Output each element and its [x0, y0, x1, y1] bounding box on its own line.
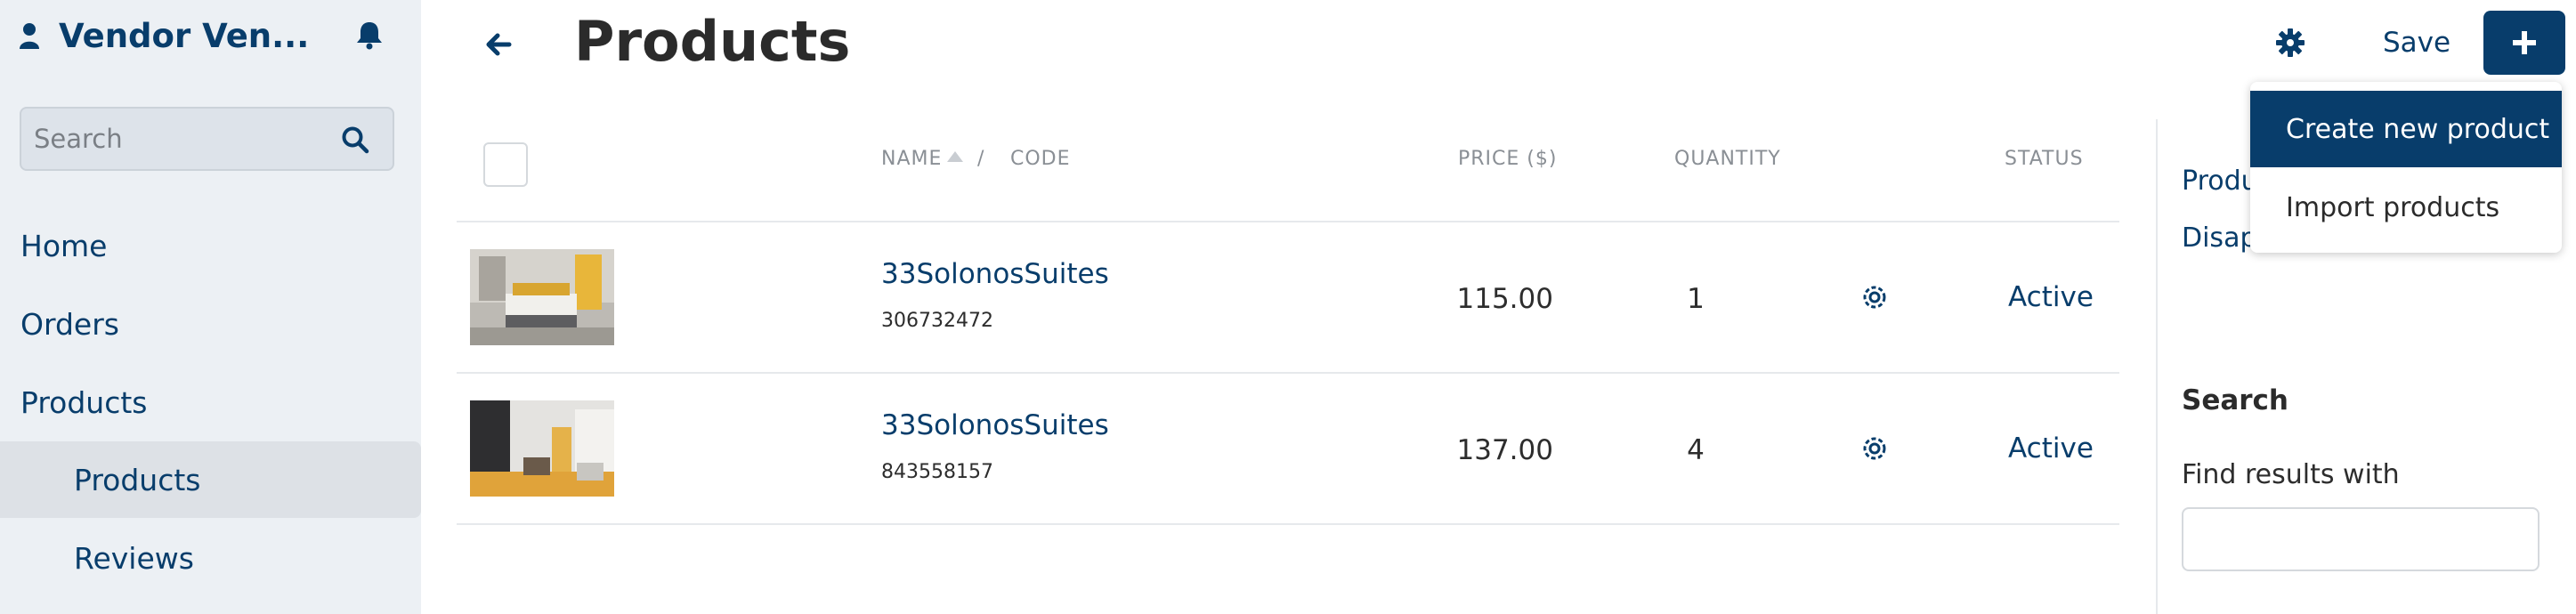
sidebar-item-label: Orders: [20, 306, 119, 342]
find-results-label: Find results with: [2182, 459, 2400, 490]
column-header-status[interactable]: STATUS: [2005, 148, 2084, 170]
product-price: 115.00: [1456, 283, 1553, 315]
filter-link-disapproved[interactable]: Disap: [2182, 222, 2257, 254]
sidebar-item-products[interactable]: Products: [0, 364, 421, 440]
sidebar: Vendor Ven... Home Orders Products Produ…: [0, 0, 421, 614]
column-header-separator: /: [977, 148, 985, 170]
page-title: Products: [574, 9, 851, 74]
sidebar-search: [20, 107, 394, 171]
product-thumbnail[interactable]: [470, 400, 614, 497]
app-root: Vendor Ven... Home Orders Products Produ…: [0, 0, 2576, 614]
vendor-name: Vendor Ven...: [59, 16, 310, 55]
sidebar-subitem-reviews[interactable]: Reviews: [0, 520, 421, 596]
user-icon: [20, 23, 39, 49]
divider: [457, 523, 2119, 525]
product-code: 843558157: [881, 461, 993, 483]
sidebar-item-label: Home: [20, 228, 108, 263]
column-header-code[interactable]: CODE: [1010, 148, 1071, 170]
menu-item-import-products[interactable]: Import products: [2250, 169, 2562, 246]
vendor-switcher[interactable]: Vendor Ven...: [20, 16, 309, 55]
panel-divider: [2156, 119, 2158, 614]
save-button[interactable]: Save: [2368, 20, 2466, 66]
sidebar-item-label: Products: [74, 462, 201, 497]
add-button[interactable]: [2483, 11, 2565, 75]
product-code: 306732472: [881, 310, 993, 332]
gear-icon[interactable]: [1859, 281, 1891, 313]
find-results-input[interactable]: [2182, 507, 2540, 571]
gear-icon[interactable]: [2274, 27, 2306, 59]
sidebar-item-label: Reviews: [74, 540, 194, 576]
plus-icon: [2513, 31, 2536, 54]
add-dropdown-menu: Create new product Import products: [2250, 82, 2562, 253]
back-arrow-icon[interactable]: [481, 27, 516, 62]
hotel-room-image: [470, 400, 614, 497]
search-icon[interactable]: [340, 125, 370, 155]
product-quantity: 1: [1687, 283, 1705, 315]
divider: [457, 372, 2119, 374]
column-header-price[interactable]: PRICE ($): [1458, 148, 1557, 170]
divider: [457, 221, 2119, 222]
status-badge[interactable]: Active: [2008, 281, 2094, 313]
column-header-name[interactable]: NAME: [881, 148, 942, 170]
sidebar-item-label: Products: [20, 384, 148, 420]
select-all-checkbox[interactable]: [483, 142, 528, 187]
menu-item-create-new-product[interactable]: Create new product: [2250, 91, 2562, 167]
gear-icon[interactable]: [1859, 432, 1891, 465]
sidebar-subitem-products[interactable]: Products: [0, 441, 421, 518]
hotel-room-image: [470, 249, 614, 345]
filter-link-products[interactable]: Produ: [2182, 166, 2258, 197]
status-badge[interactable]: Active: [2008, 432, 2094, 465]
sidebar-item-orders[interactable]: Orders: [0, 286, 421, 362]
search-heading: Search: [2182, 384, 2289, 416]
sort-asc-icon[interactable]: [947, 151, 963, 162]
column-header-quantity[interactable]: QUANTITY: [1674, 148, 1781, 170]
product-thumbnail[interactable]: [470, 249, 614, 345]
product-quantity: 4: [1687, 434, 1705, 466]
product-name-link[interactable]: 33SolonosSuites: [881, 409, 1109, 441]
bell-icon[interactable]: [354, 20, 385, 50]
sidebar-item-home[interactable]: Home: [0, 207, 421, 284]
sidebar-search-input[interactable]: [34, 119, 328, 158]
product-price: 137.00: [1456, 434, 1553, 466]
product-name-link[interactable]: 33SolonosSuites: [881, 258, 1109, 290]
